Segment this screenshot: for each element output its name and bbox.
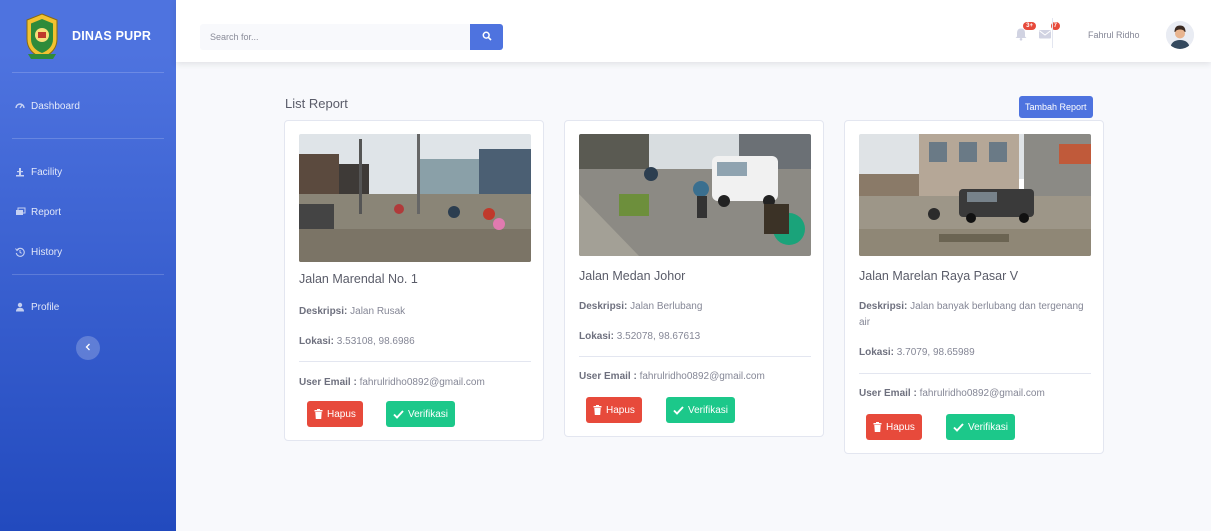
report-card: Jalan Medan Johor Deskripsi: Jalan Berlu…	[564, 120, 824, 437]
card-divider	[299, 361, 531, 362]
report-title: Jalan Marendal No. 1	[299, 272, 418, 286]
sidebar-item-report[interactable]: Report	[0, 192, 176, 232]
report-photo	[579, 134, 811, 256]
report-card: Jalan Marelan Raya Pasar V Deskripsi: Ja…	[844, 120, 1104, 454]
search-input[interactable]	[200, 24, 470, 50]
brand-name: DINAS PUPR	[72, 29, 152, 43]
sidebar: DINAS PUPR Dashboard Facility Report His…	[0, 0, 176, 531]
sidebar-toggle-button[interactable]	[76, 336, 100, 360]
search-button[interactable]	[470, 24, 503, 50]
sidebar-divider	[12, 274, 164, 275]
report-title: Jalan Marelan Raya Pasar V	[859, 269, 1019, 283]
add-report-button[interactable]: Tambah Report	[1019, 96, 1093, 118]
sidebar-item-label: Report	[31, 206, 62, 218]
sidebar-brand[interactable]: DINAS PUPR	[0, 0, 176, 72]
report-photo	[859, 134, 1091, 256]
avatar[interactable]	[1166, 21, 1194, 49]
verify-button[interactable]: Verifikasi	[666, 397, 736, 423]
sidebar-divider	[12, 138, 164, 139]
verify-button[interactable]: Verifikasi	[946, 414, 1016, 440]
delete-button[interactable]: Hapus	[307, 401, 363, 427]
sidebar-item-label: Profile	[31, 301, 60, 313]
check-icon	[393, 409, 404, 419]
sidebar-item-history[interactable]: History	[0, 232, 176, 272]
trash-icon	[593, 405, 602, 415]
sidebar-item-dashboard[interactable]: Dashboard	[0, 86, 176, 126]
check-icon	[953, 422, 964, 432]
topbar-divider	[1052, 18, 1053, 48]
report-description: Deskripsi: Jalan banyak berlubang dan te…	[859, 301, 1084, 328]
report-location: Lokasi: 3.7079, 98.65989	[859, 347, 975, 358]
search-bar	[200, 24, 503, 50]
page-title: List Report	[285, 96, 348, 111]
sidebar-item-label: Facility	[31, 166, 63, 178]
sidebar-item-label: Dashboard	[31, 100, 80, 112]
user-name[interactable]: Fahrul Ridho	[1088, 30, 1140, 40]
report-title: Jalan Medan Johor	[579, 269, 686, 283]
profile-icon	[14, 301, 26, 313]
report-card: Jalan Marendal No. 1 Deskripsi: Jalan Ru…	[284, 120, 544, 441]
verify-button[interactable]: Verifikasi	[386, 401, 456, 427]
delete-button[interactable]: Hapus	[866, 414, 922, 440]
dinas-logo-icon	[22, 11, 62, 61]
card-divider	[859, 373, 1091, 374]
dashboard-icon	[14, 100, 26, 112]
report-description: Deskripsi: Jalan Berlubang	[579, 301, 703, 312]
topbar: 3+ 7 Fahrul Ridho	[176, 0, 1211, 62]
envelope-icon	[1038, 27, 1052, 45]
report-description: Deskripsi: Jalan Rusak	[299, 306, 406, 317]
check-icon	[673, 405, 684, 415]
sidebar-divider	[12, 72, 164, 73]
search-icon	[482, 28, 492, 46]
alerts-badge: 3+	[1023, 22, 1036, 30]
report-icon	[14, 206, 26, 218]
report-location: Lokasi: 3.52078, 98.67613	[579, 331, 701, 342]
delete-button[interactable]: Hapus	[586, 397, 642, 423]
trash-icon	[873, 422, 882, 432]
sidebar-item-facility[interactable]: Facility	[0, 152, 176, 192]
trash-icon	[314, 409, 323, 419]
report-user-email: User Email : fahrulridho0892@gmail.com	[299, 377, 485, 388]
alerts-button[interactable]: 3+	[1012, 22, 1036, 44]
sidebar-item-label: History	[31, 246, 63, 258]
sidebar-item-profile[interactable]: Profile	[0, 287, 176, 327]
report-location: Lokasi: 3.53108, 98.6986	[299, 336, 415, 347]
history-icon	[14, 246, 26, 258]
chevron-left-icon	[84, 342, 92, 354]
facility-icon	[14, 166, 26, 178]
card-divider	[579, 356, 811, 357]
report-user-email: User Email : fahrulridho0892@gmail.com	[859, 388, 1045, 399]
report-user-email: User Email : fahrulridho0892@gmail.com	[579, 371, 765, 382]
report-photo	[299, 134, 531, 262]
